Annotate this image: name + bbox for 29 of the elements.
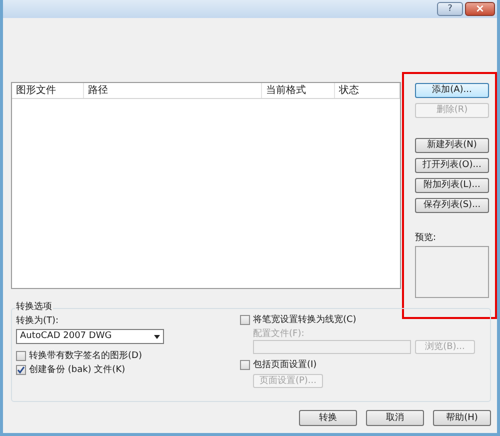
dialog-button[interactable]: 取消 [366, 410, 424, 426]
list-button[interactable]: 添加(A)... [415, 83, 489, 98]
list-button[interactable]: 新建列表(N) [415, 138, 489, 153]
profile-field[interactable] [253, 340, 411, 354]
checkbox-label: 将笔宽设置转换为线宽(C) [253, 314, 356, 326]
preview-label: 预览: [415, 232, 438, 244]
checkbox-label: 创建备份 (bak) 文件(K) [29, 364, 126, 376]
checkbox-label: 包括页面设置(I) [253, 359, 317, 371]
list-button[interactable]: 打开列表(O)... [415, 158, 489, 173]
checkbox-label: 转换带有数字签名的图形(D) [29, 350, 142, 362]
field-label: 转换为(T): [16, 315, 60, 327]
list-button[interactable]: 附加列表(L)... [415, 178, 489, 193]
caret-icon [154, 334, 160, 338]
group-title: 转换选项 [15, 301, 53, 313]
column-header[interactable]: 状态 [335, 83, 400, 98]
file-list[interactable]: 图形文件 路径 当前格式 状态 [11, 82, 401, 289]
field-label: 配置文件(F): [253, 328, 306, 340]
checkbox[interactable] [240, 360, 250, 370]
dialog-button[interactable]: 帮助(H) [433, 410, 491, 426]
checkbox[interactable] [16, 351, 26, 361]
column-header[interactable]: 路径 [84, 83, 262, 98]
column-header[interactable]: 当前格式 [262, 83, 335, 98]
column-header[interactable]: 图形文件 [12, 83, 84, 98]
dialog-button[interactable]: 转换 [299, 410, 357, 426]
list-button[interactable]: 保存列表(S)... [415, 198, 489, 213]
checkbox[interactable] [240, 315, 250, 325]
help-button[interactable]: ? [437, 2, 463, 16]
checkbox[interactable] [16, 365, 26, 375]
format-dropdown[interactable]: AutoCAD 2007 DWG [16, 329, 164, 344]
